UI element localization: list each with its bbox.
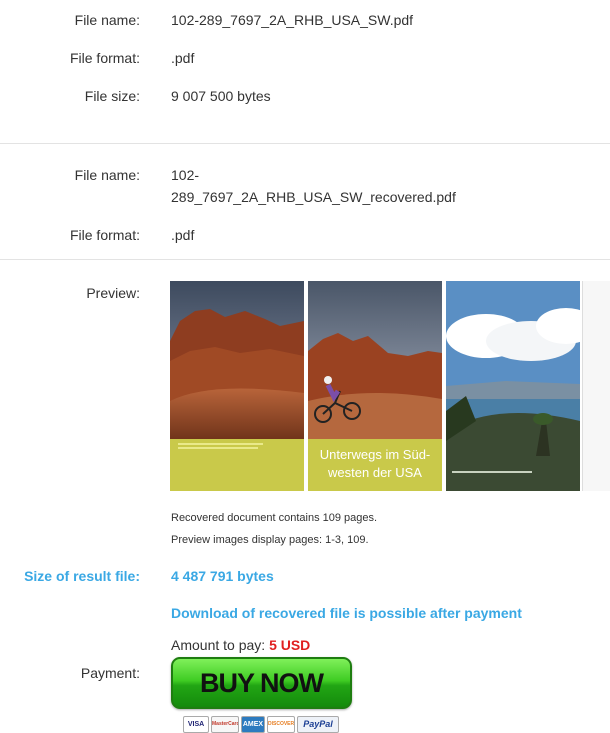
result-size-label: Size of result file: <box>24 568 140 584</box>
recovered-file-format-label: File format: <box>69 227 140 243</box>
file-name-value: 102-289_7697_2A_RHB_USA_SW.pdf <box>171 12 414 28</box>
recovered-file-format-value: .pdf <box>171 227 195 243</box>
download-note: Download of recovered file is possible a… <box>171 605 522 621</box>
file-size-label: File size: <box>84 88 140 104</box>
amount-line: Amount to pay: 5 USD <box>171 637 310 653</box>
preview-thumbnails: Unterwegs im Süd- westen der USA <box>170 281 610 491</box>
preview-page-109-thumbnail <box>582 281 610 491</box>
images-note: Preview images display pages: 1-3, 109. <box>171 534 369 546</box>
file-format-value: .pdf <box>171 50 195 66</box>
preview-page-2-thumbnail: Unterwegs im Süd- westen der USA <box>308 281 442 491</box>
preview-label: Preview: <box>86 285 140 301</box>
file-size-value: 9 007 500 bytes <box>171 88 271 104</box>
amount-value: 5 USD <box>269 637 311 653</box>
visa-card-icon: VISA <box>183 716 209 733</box>
amount-label: Amount to pay: <box>171 637 266 653</box>
thumbnail-caption-line1: Unterwegs im Süd- <box>320 447 431 462</box>
mastercard-icon: MasterCard <box>211 716 239 733</box>
pages-note: Recovered document contains 109 pages. <box>171 512 378 524</box>
desert-landscape-image <box>170 281 304 491</box>
cyclist-image: Unterwegs im Süd- westen der USA <box>308 281 442 491</box>
preview-page-1-thumbnail <box>170 281 304 491</box>
recovered-file-name-line1: 102- <box>171 167 200 183</box>
section-divider <box>0 259 610 260</box>
file-format-label: File format: <box>69 50 140 66</box>
buy-now-button[interactable]: BUY NOW <box>171 657 352 709</box>
preview-page-3-thumbnail <box>446 281 580 491</box>
recovered-file-name-label: File name: <box>74 167 140 183</box>
section-divider <box>0 143 610 144</box>
result-size-value: 4 487 791 bytes <box>171 568 274 584</box>
coastline-image <box>446 281 580 491</box>
discover-card-icon: DISCOVER <box>267 716 295 733</box>
file-name-label: File name: <box>74 12 140 28</box>
amex-card-icon: AMEX <box>241 716 265 733</box>
paypal-icon: PayPal <box>297 716 339 733</box>
recovered-file-name-line2: 289_7697_2A_RHB_USA_SW_recovered.pdf <box>171 189 456 205</box>
payment-label: Payment: <box>80 665 140 681</box>
thumbnail-caption-line2: westen der USA <box>327 465 422 480</box>
